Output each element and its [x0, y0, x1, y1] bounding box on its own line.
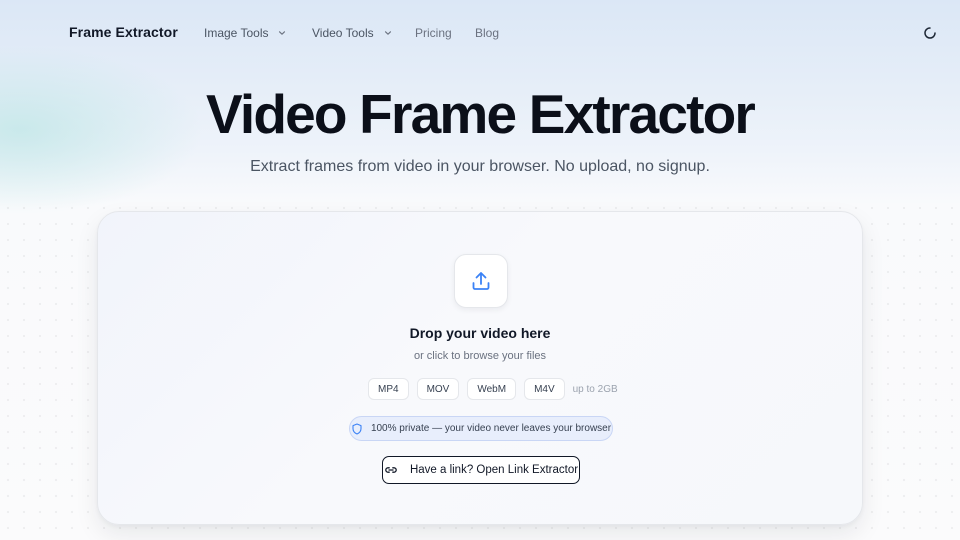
format-chip-mp4: MP4: [368, 378, 409, 400]
file-size-limit: up to 2GB: [572, 383, 618, 395]
format-chip-mov: MOV: [416, 378, 460, 400]
chevron-down-icon: [279, 31, 286, 35]
nav-item-video-tools[interactable]: Video Tools: [312, 26, 392, 40]
chevron-down-icon: [384, 31, 391, 35]
supported-formats: MP4 MOV WebM M4V up to 2GB: [368, 378, 618, 400]
privacy-badge: 100% private — your video never leaves y…: [349, 416, 613, 441]
video-dropzone[interactable]: Drop your video here or click to browse …: [97, 211, 863, 525]
link-icon: [385, 467, 397, 473]
nav-item-label: Video Tools: [312, 26, 374, 40]
link-button-label: Have a link? Open Link Extractor: [409, 464, 579, 476]
nav-item-label: Pricing: [415, 26, 452, 40]
nav-item-label: Image Tools: [204, 26, 269, 40]
upload-icon: [472, 272, 490, 290]
dropzone-title: Drop your video here: [409, 325, 551, 341]
privacy-text: 100% private — your video never leaves y…: [370, 423, 612, 434]
loading-spinner-icon: [924, 27, 936, 39]
format-chip-m4v: M4V: [524, 378, 565, 400]
top-navigation: Frame Extractor Image Tools Video Tools …: [0, 0, 960, 66]
page-title: Video Frame Extractor: [205, 83, 756, 145]
format-chip-webm: WebM: [467, 378, 517, 400]
nav-item-image-tools[interactable]: Image Tools: [204, 26, 286, 40]
nav-item-blog[interactable]: Blog: [475, 26, 499, 40]
upload-button[interactable]: [454, 254, 508, 308]
page-subtitle: Extract frames from video in your browse…: [250, 158, 710, 175]
nav-item-pricing[interactable]: Pricing: [415, 26, 452, 40]
open-link-extractor-button[interactable]: Have a link? Open Link Extractor: [382, 456, 580, 484]
brand-logo[interactable]: Frame Extractor: [69, 24, 178, 40]
dropzone-subtitle: or click to browse your files: [413, 350, 547, 362]
nav-item-label: Blog: [475, 26, 500, 40]
shield-icon: [352, 422, 362, 435]
